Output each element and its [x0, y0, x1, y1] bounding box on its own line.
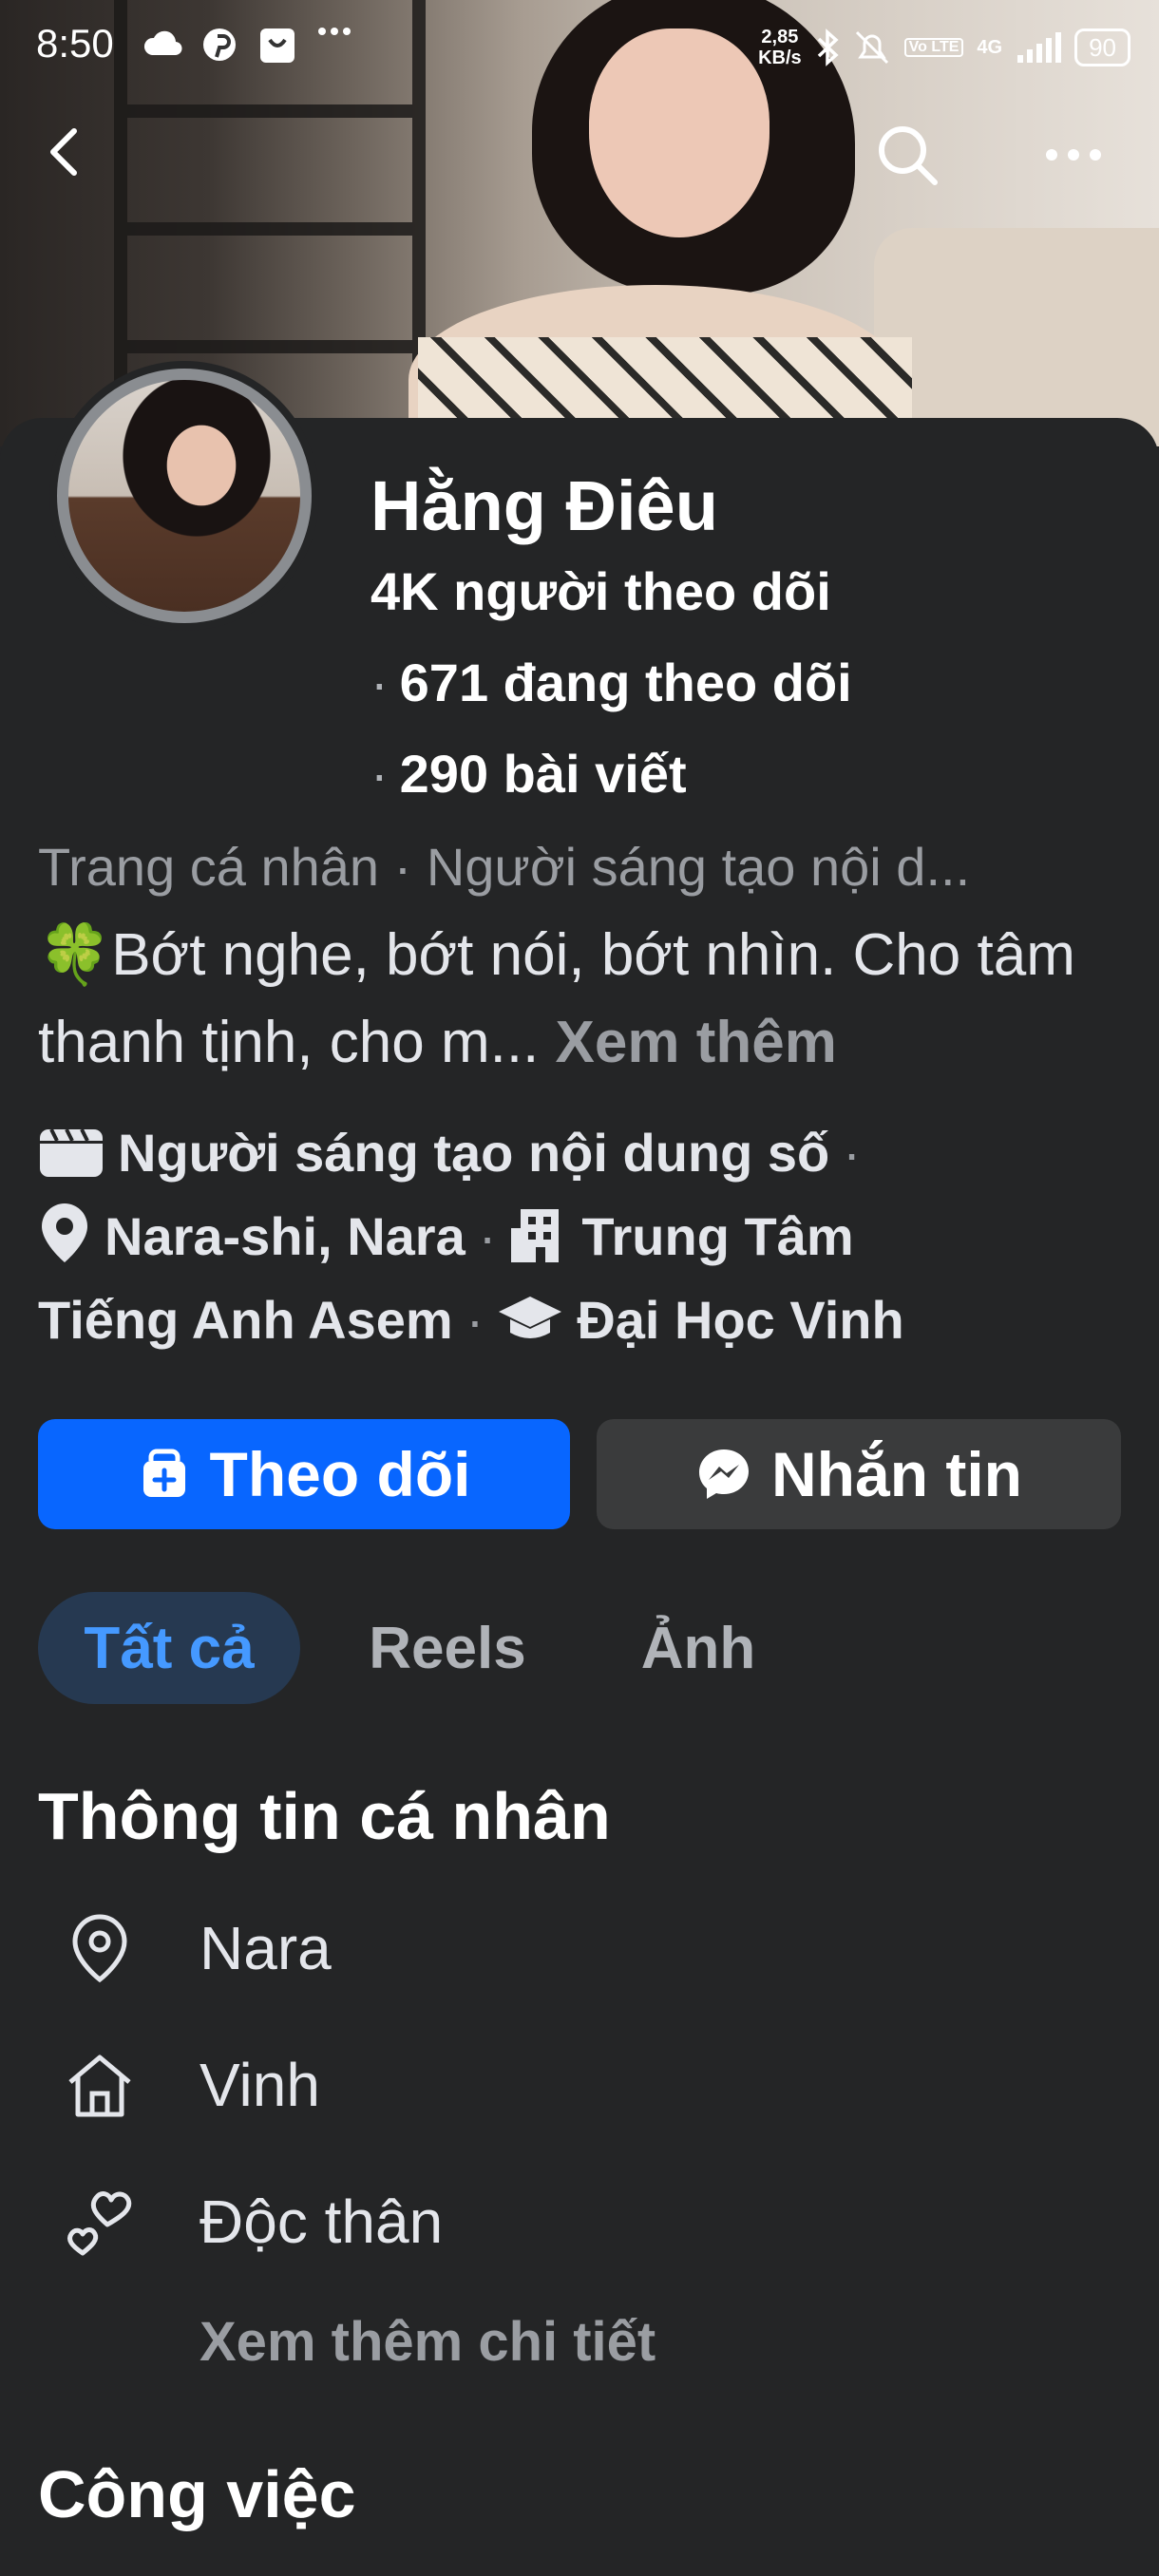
bell-off-icon	[855, 30, 888, 65]
info-row-location: Nara	[57, 1896, 1102, 2000]
more-dots-icon	[318, 28, 351, 35]
info-location-label: Nara	[200, 1914, 332, 1982]
work-label-2: Tiếng Anh Asem	[38, 1290, 453, 1350]
message-button[interactable]: Nhắn tin	[597, 1419, 1121, 1529]
about-title: Thông tin cá nhân	[38, 1779, 611, 1853]
posts-count[interactable]: · 290 bài viết	[370, 743, 687, 805]
avatar[interactable]	[57, 369, 312, 623]
search-icon[interactable]	[874, 122, 940, 188]
location-label: Nara-shi, Nara	[104, 1206, 466, 1266]
building-icon	[511, 1209, 560, 1262]
see-more-link[interactable]: Xem thêm	[556, 1010, 837, 1075]
info-hometown-label: Vinh	[200, 2051, 320, 2119]
top-nav	[0, 104, 1159, 199]
see-more-details-link[interactable]: Xem thêm chi tiết	[200, 2310, 656, 2374]
more-horizontal-icon[interactable]	[1040, 122, 1107, 188]
profile-details: Người sáng tạo nội dung số · Nara-shi, Na…	[38, 1111, 1130, 1362]
clover-emoji: 🍀	[38, 922, 112, 988]
work-label-1: Trung Tâm	[581, 1206, 854, 1266]
net-speed-unit: KB/s	[758, 47, 802, 68]
posts-dot: ·	[370, 744, 389, 804]
creator-label: Người sáng tạo nội dung số	[118, 1123, 830, 1183]
cloud-icon	[143, 30, 182, 56]
messenger-icon	[699, 1449, 750, 1499]
battery-indicator: 90	[1074, 28, 1130, 66]
clapperboard-icon	[40, 1128, 103, 1177]
profile-category: Trang cá nhân · Người sáng tạo nội d...	[38, 837, 971, 897]
posts-label: 290 bài viết	[399, 744, 687, 804]
signal-icon	[1017, 32, 1062, 63]
profile-bio: 🍀Bớt nghe, bớt nói, bớt nhìn. Cho tâm th…	[38, 912, 1130, 1087]
follow-icon	[142, 1449, 185, 1497]
work-title: Công việc	[38, 2457, 356, 2531]
location-pin-icon	[57, 1905, 142, 1991]
separator-dot: ·	[843, 1123, 861, 1183]
following-count[interactable]: · 671 đang theo dõi	[370, 652, 852, 713]
separator-dot: ·	[478, 1206, 497, 1266]
follow-label: Theo dõi	[209, 1439, 471, 1509]
info-relationship-label: Độc thân	[200, 2188, 444, 2256]
graduation-cap-icon	[499, 1297, 562, 1338]
separator-dot: ·	[466, 1290, 484, 1350]
chevron-left-icon[interactable]	[38, 123, 95, 180]
tab-all[interactable]: Tất cả	[38, 1592, 300, 1704]
profile-name: Hằng Điêu	[370, 466, 718, 545]
hearts-icon	[57, 2179, 142, 2264]
home-icon	[57, 2042, 142, 2128]
bluetooth-icon	[817, 28, 839, 66]
following-dot: ·	[370, 653, 389, 712]
network-type: 4G	[977, 36, 1003, 58]
status-right-icons: 2,85 KB/s Vo LTE 4G 90	[758, 27, 1130, 68]
status-time: 8:50	[36, 21, 114, 66]
follow-button[interactable]: Theo dõi	[38, 1419, 570, 1529]
education-label: Đại Học Vinh	[577, 1290, 904, 1350]
info-row-hometown: Vinh	[57, 2033, 1102, 2137]
following-label: 671 đang theo dõi	[399, 653, 852, 712]
info-row-relationship: Độc thân	[57, 2169, 1102, 2274]
tab-reels[interactable]: Reels	[348, 1592, 547, 1704]
net-speed-value: 2,85	[761, 27, 799, 47]
followers-count[interactable]: 4K người theo dõi	[370, 560, 831, 622]
volte-badge: Vo LTE	[903, 38, 964, 57]
net-speed: 2,85 KB/s	[758, 27, 802, 68]
location-pin-icon	[42, 1203, 87, 1262]
cover-couch	[874, 228, 1159, 446]
status-bar: 8:50 2,85 KB/s Vo LTE 4G 90	[0, 0, 1159, 95]
message-label: Nhắn tin	[771, 1439, 1022, 1509]
shopping-bag-icon	[260, 28, 294, 63]
tab-photos[interactable]: Ảnh	[608, 1592, 788, 1704]
pinterest-icon	[203, 28, 236, 61]
